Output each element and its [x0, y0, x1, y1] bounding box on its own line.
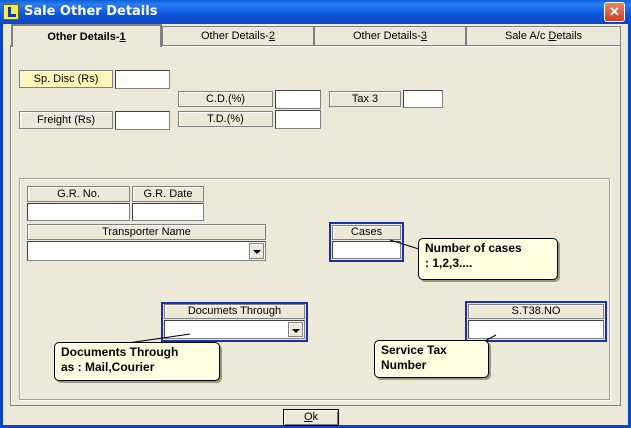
ok-label: k: [312, 411, 319, 423]
tab-label: Other Details-: [47, 31, 120, 43]
tab-other-details-3[interactable]: Other Details-3: [314, 26, 466, 45]
documents-callout-line2: as : Mail,Courier: [61, 360, 155, 374]
st38-callout-line1: Service Tax: [381, 343, 447, 357]
close-button[interactable]: ✕: [604, 2, 625, 22]
tab-accelerator: 2: [268, 30, 275, 42]
transporter-name-select[interactable]: [27, 241, 266, 261]
st38-no-label: S.T38.NO: [468, 304, 604, 319]
tab-accelerator: 3: [420, 30, 427, 42]
transporter-name-label: Transporter Name: [27, 224, 266, 240]
transporter-dropdown-button[interactable]: [249, 243, 264, 259]
cases-callout-line2: : 1,2,3....: [425, 256, 473, 270]
cd-label: C.D.(%): [178, 91, 273, 107]
app-icon: [3, 4, 19, 20]
gr-date-label: G.R. Date: [132, 186, 204, 202]
tab-other-details-2[interactable]: Other Details-2: [162, 26, 314, 45]
gr-date-input[interactable]: [132, 203, 204, 221]
freight-input[interactable]: [115, 111, 170, 130]
cd-input[interactable]: [275, 90, 321, 109]
st38-callout-line2: Number: [381, 358, 427, 372]
close-icon: ✕: [609, 4, 620, 19]
gr-no-input[interactable]: [27, 203, 130, 221]
documents-through-label: Documets Through: [164, 304, 305, 319]
cases-callout-line1: Number of cases: [425, 241, 522, 255]
sp-disc-input[interactable]: [115, 70, 170, 89]
tab-sale-ac-details[interactable]: Sale A/c Details: [466, 26, 621, 45]
sp-disc-label: Sp. Disc (Rs): [19, 70, 113, 88]
window-title: Sale Other Details: [24, 4, 158, 19]
tab-other-details-1[interactable]: Other Details-1: [11, 24, 162, 47]
ok-button[interactable]: Ok: [283, 409, 339, 426]
td-label: T.D.(%): [178, 111, 273, 127]
gr-no-label: G.R. No.: [27, 186, 130, 202]
tab-label-rest: etails: [556, 30, 583, 42]
st38-callout: Service Tax Number: [374, 340, 489, 378]
cases-callout: Number of cases : 1,2,3....: [418, 238, 558, 280]
freight-label: Freight (Rs): [19, 111, 113, 129]
tab-accelerator: 1: [119, 31, 126, 43]
tab-label: Other Details-: [201, 30, 269, 42]
documents-callout: Documents Through as : Mail,Courier: [54, 342, 220, 381]
documents-callout-line1: Documents Through: [61, 345, 179, 359]
ok-accelerator: O: [303, 411, 313, 423]
tax3-input[interactable]: [403, 90, 443, 108]
td-input[interactable]: [275, 110, 321, 129]
tab-label: Sale A/c: [504, 30, 549, 42]
tab-label: Other Details-: [353, 30, 421, 42]
documents-dropdown-button[interactable]: [288, 322, 303, 337]
tax3-label: Tax 3: [329, 91, 401, 107]
